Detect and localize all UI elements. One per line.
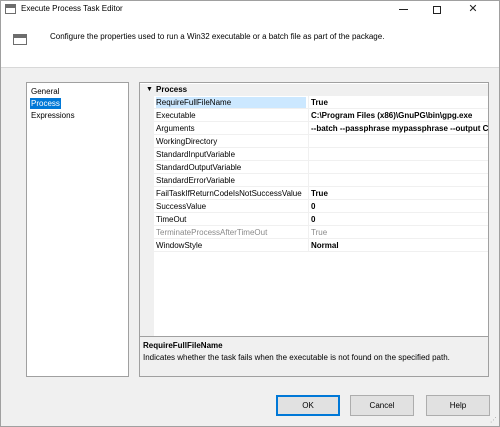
- help-button[interactable]: Help: [426, 395, 490, 416]
- property-value[interactable]: Normal: [311, 240, 488, 251]
- property-name: TerminateProcessAfterTimeOut: [156, 228, 268, 237]
- property-value[interactable]: True: [311, 97, 488, 108]
- window-title: Execute Process Task Editor: [21, 4, 123, 13]
- property-name: RequireFullFileName: [156, 97, 306, 108]
- property-name: FailTaskIfReturnCodeIsNotSuccessValue: [156, 189, 302, 198]
- property-name: Arguments: [156, 124, 195, 133]
- window-app-icon: [5, 4, 16, 14]
- property-value[interactable]: 0: [311, 214, 488, 225]
- property-name: WorkingDirectory: [156, 137, 218, 146]
- property-row[interactable]: TimeOut 0: [154, 213, 488, 226]
- property-row[interactable]: WorkingDirectory: [154, 135, 488, 148]
- property-row[interactable]: StandardOutputVariable: [154, 161, 488, 174]
- ok-button[interactable]: OK: [276, 395, 340, 416]
- description-text: Indicates whether the task fails when th…: [143, 353, 450, 362]
- property-value[interactable]: C:\Program Files (x86)\GnuPG\bin\gpg.exe: [311, 110, 488, 121]
- maximize-icon: [433, 5, 441, 14]
- minimize-button[interactable]: [387, 1, 419, 18]
- property-row[interactable]: SuccessValue 0: [154, 200, 488, 213]
- task-icon: [13, 34, 27, 45]
- column-divider[interactable]: [308, 239, 309, 252]
- header-description: Configure the properties used to run a W…: [50, 32, 385, 41]
- property-value[interactable]: [311, 175, 488, 186]
- property-value[interactable]: [311, 136, 488, 147]
- property-name: SuccessValue: [156, 202, 207, 211]
- resize-grip-icon[interactable]: ⋰: [490, 416, 497, 424]
- nav-item-process[interactable]: Process: [30, 98, 61, 109]
- dialog-window: Execute Process Task Editor ✕ Configure …: [0, 0, 500, 427]
- close-icon: ✕: [468, 3, 478, 15]
- dialog-header: Configure the properties used to run a W…: [1, 18, 499, 68]
- description-panel: RequireFullFileName Indicates whether th…: [140, 336, 488, 376]
- column-divider[interactable]: [308, 187, 309, 200]
- category-label: Process: [156, 85, 188, 94]
- property-grid-body: ▼ Process RequireFullFileName True Execu…: [140, 83, 488, 336]
- property-row[interactable]: RequireFullFileName True: [154, 96, 488, 109]
- column-divider[interactable]: [308, 226, 309, 239]
- property-value[interactable]: [311, 149, 488, 160]
- maximize-button[interactable]: [421, 1, 453, 18]
- property-row[interactable]: Executable C:\Program Files (x86)\GnuPG\…: [154, 109, 488, 122]
- column-divider[interactable]: [308, 122, 309, 135]
- nav-item-expressions[interactable]: Expressions: [30, 110, 76, 121]
- column-divider[interactable]: [308, 213, 309, 226]
- description-title: RequireFullFileName: [143, 341, 223, 350]
- page-list: General Process Expressions: [26, 82, 129, 377]
- property-value[interactable]: [311, 162, 488, 173]
- column-divider[interactable]: [308, 109, 309, 122]
- property-value: True: [311, 228, 328, 237]
- property-name: Executable: [156, 111, 196, 120]
- property-row[interactable]: StandardInputVariable: [154, 148, 488, 161]
- property-name: StandardOutputVariable: [156, 163, 242, 172]
- category-row[interactable]: ▼ Process: [140, 84, 488, 96]
- property-row[interactable]: Arguments --batch --passphrase mypassphr…: [154, 122, 488, 135]
- property-value[interactable]: 0: [311, 201, 488, 212]
- property-name: StandardErrorVariable: [156, 176, 236, 185]
- column-divider[interactable]: [308, 161, 309, 174]
- column-divider[interactable]: [308, 200, 309, 213]
- property-row[interactable]: FailTaskIfReturnCodeIsNotSuccessValue Tr…: [154, 187, 488, 200]
- title-bar[interactable]: Execute Process Task Editor ✕: [1, 1, 499, 18]
- column-divider[interactable]: [308, 96, 309, 109]
- collapse-chevron-icon[interactable]: ▼: [146, 85, 153, 95]
- close-button[interactable]: ✕: [457, 1, 489, 18]
- property-name: WindowStyle: [156, 241, 203, 250]
- property-grid: ▼ Process RequireFullFileName True Execu…: [139, 82, 489, 377]
- column-divider[interactable]: [308, 148, 309, 161]
- minimize-icon: [398, 9, 408, 10]
- property-value[interactable]: --batch --passphrase mypassphrase --outp…: [311, 123, 488, 134]
- property-row[interactable]: StandardErrorVariable: [154, 174, 488, 187]
- grid-margin: [140, 96, 154, 336]
- property-name: StandardInputVariable: [156, 150, 236, 159]
- property-name: TimeOut: [156, 215, 187, 224]
- column-divider[interactable]: [308, 135, 309, 148]
- property-row[interactable]: TerminateProcessAfterTimeOut True: [154, 226, 488, 239]
- column-divider[interactable]: [308, 174, 309, 187]
- property-value[interactable]: True: [311, 188, 488, 199]
- property-row[interactable]: WindowStyle Normal: [154, 239, 488, 252]
- cancel-button[interactable]: Cancel: [350, 395, 414, 416]
- nav-item-general[interactable]: General: [30, 86, 60, 97]
